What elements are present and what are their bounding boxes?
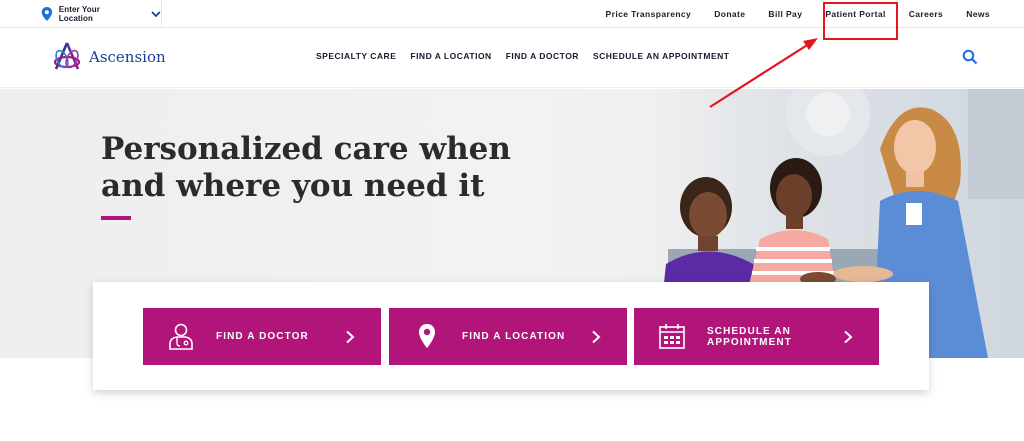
calendar-icon — [659, 324, 685, 349]
find-a-doctor-button[interactable]: FIND A DOCTOR — [143, 308, 381, 365]
donate-link[interactable]: Donate — [714, 9, 745, 19]
ascension-logo[interactable]: Ascension — [50, 41, 166, 73]
news-link[interactable]: News — [966, 9, 990, 19]
hero-title: Personalized care when and where you nee… — [101, 131, 511, 204]
hero-accent-underline — [101, 216, 131, 220]
page: Enter Your Location Price Transparency D… — [0, 0, 1024, 441]
careers-link[interactable]: Careers — [909, 9, 943, 19]
cta-panel: FIND A DOCTOR FIND A LOCATION SCHEDULE A… — [93, 282, 929, 390]
price-transparency-link[interactable]: Price Transparency — [606, 9, 692, 19]
chevron-down-icon — [151, 11, 161, 18]
map-pin-icon — [419, 324, 435, 348]
search-icon[interactable] — [962, 49, 978, 65]
location-picker[interactable]: Enter Your Location — [34, 0, 162, 28]
chevron-right-icon — [592, 330, 601, 344]
schedule-appointment-button[interactable]: SCHEDULE AN APPOINTMENT — [634, 308, 879, 365]
utility-links: Price Transparency Donate Bill Pay Patie… — [583, 0, 990, 28]
nav-find-a-doctor[interactable]: FIND A DOCTOR — [506, 51, 579, 61]
chevron-right-icon — [844, 330, 853, 344]
annotation-highlight-box — [823, 2, 898, 40]
nav-schedule-appointment[interactable]: SCHEDULE AN APPOINTMENT — [593, 51, 730, 61]
logo-text: Ascension — [89, 48, 166, 66]
nav-find-a-location[interactable]: FIND A LOCATION — [410, 51, 491, 61]
find-a-doctor-label: FIND A DOCTOR — [216, 331, 309, 342]
nav-specialty-care[interactable]: SPECIALTY CARE — [316, 51, 396, 61]
find-a-location-button[interactable]: FIND A LOCATION — [389, 308, 627, 365]
doctor-icon — [169, 323, 193, 350]
schedule-appointment-label: SCHEDULE AN APPOINTMENT — [707, 325, 792, 348]
find-a-location-label: FIND A LOCATION — [462, 331, 566, 342]
location-pin-icon — [41, 7, 53, 21]
bill-pay-link[interactable]: Bill Pay — [768, 9, 802, 19]
ascension-logo-icon — [53, 42, 81, 70]
main-nav: SPECIALTY CARE FIND A LOCATION FIND A DO… — [316, 51, 729, 61]
location-label: Enter Your Location — [58, 5, 100, 23]
chevron-right-icon — [346, 330, 355, 344]
